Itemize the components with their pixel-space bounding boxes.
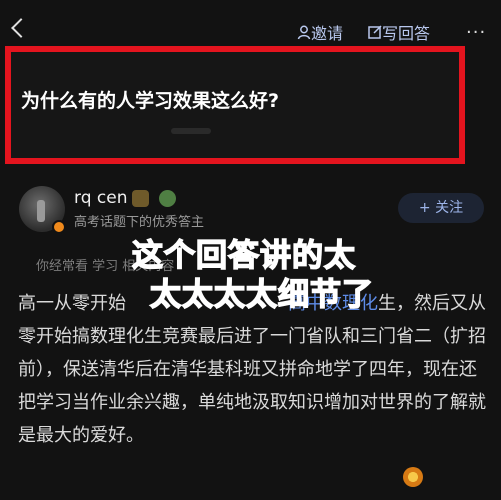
answer-text-start: 高一从零开始 [18, 293, 126, 314]
write-answer-label: 写回答 [382, 24, 431, 43]
overlay-caption-line-2: 太太太太细节了 [149, 276, 374, 314]
plus-badge-icon [159, 190, 176, 207]
write-answer-button[interactable]: 写回答 [368, 24, 430, 44]
answerer-badge-icon [52, 220, 66, 234]
invite-button[interactable]: 邀请 [297, 24, 343, 44]
question-subline [171, 128, 211, 134]
back-icon[interactable] [11, 18, 31, 38]
watermark-logo-icon [403, 467, 423, 487]
top-bar: 邀请 写回答 ··· [0, 0, 501, 48]
level-badge-icon [132, 190, 149, 207]
follow-button[interactable]: + 关注 [398, 193, 484, 223]
invite-icon [297, 25, 311, 40]
author-name[interactable]: rq cen [74, 188, 127, 208]
more-icon[interactable]: ··· [466, 23, 486, 43]
answer-text-rest: 生，然后又从零开始搞数理化生竞赛最后进了一门省队和三门省二（扩招前），保送清华后… [18, 293, 486, 446]
question-highlight-box: 为什么有的人学习效果这么好? [5, 46, 465, 164]
invite-label: 邀请 [311, 24, 344, 43]
question-title[interactable]: 为什么有的人学习效果这么好? [21, 86, 279, 113]
author-tag: 高考话题下的优秀答主 [74, 215, 205, 230]
edit-icon [368, 25, 382, 39]
avatar-figure [37, 200, 45, 222]
